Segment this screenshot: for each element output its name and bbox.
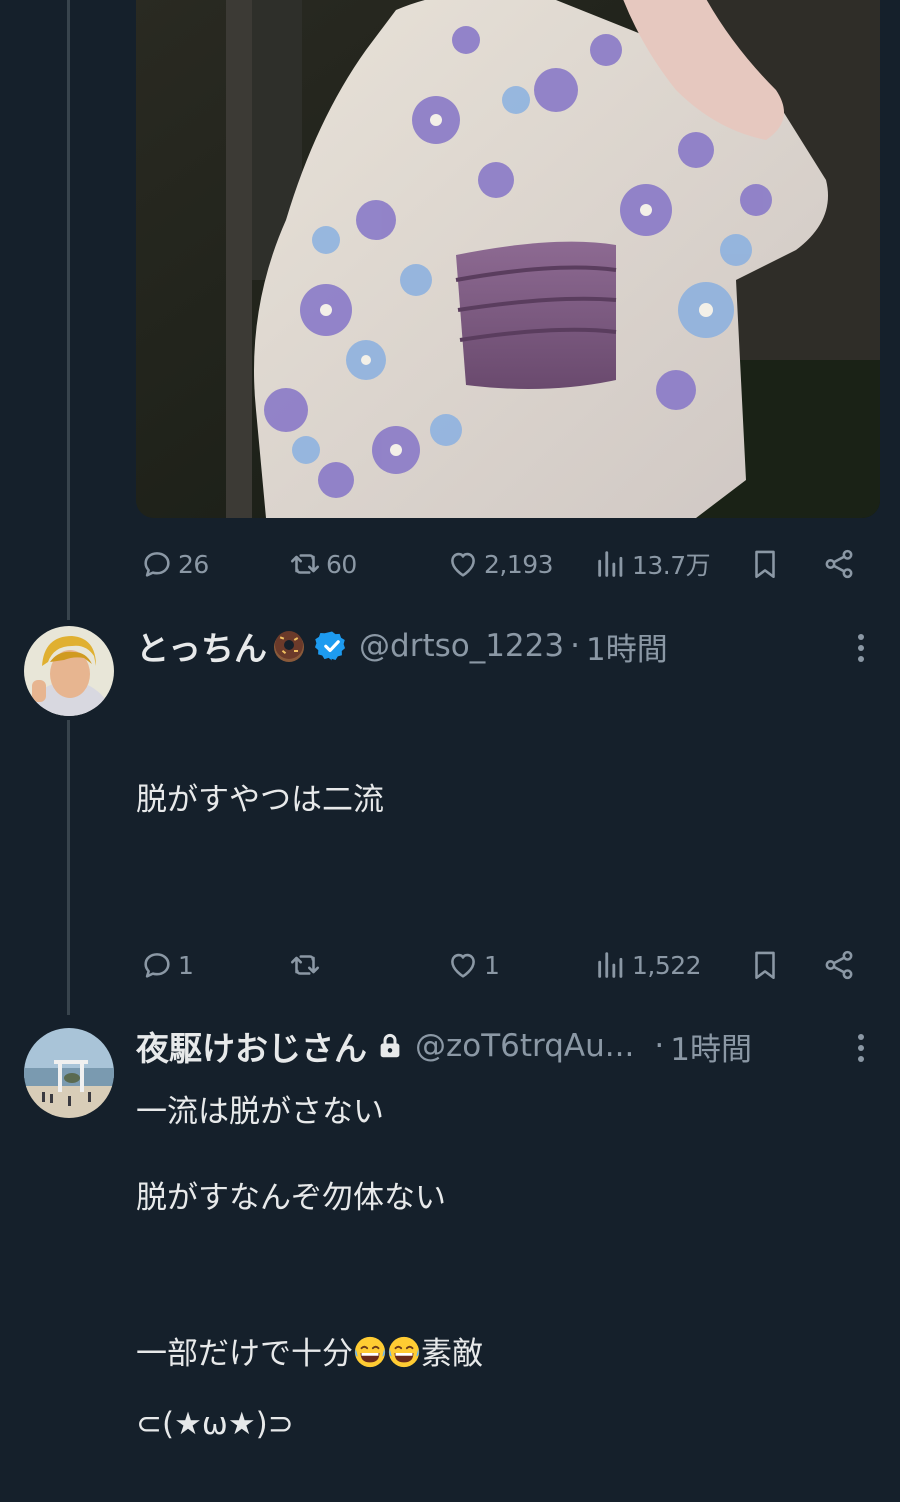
- post-media-image[interactable]: [136, 0, 880, 518]
- user-handle[interactable]: @zoT6trqAu...: [415, 1028, 634, 1064]
- timestamp[interactable]: 1時間: [586, 624, 668, 669]
- avatar[interactable]: [24, 626, 114, 716]
- user-handle[interactable]: @drtso_1223: [359, 628, 564, 664]
- donut-emoji: [274, 631, 305, 662]
- reply-header: とっちん @drtso_1223 · 1時間: [136, 624, 668, 668]
- reply-text-segment: 一部だけで十分: [136, 1336, 353, 1372]
- reply-text-line: 一部だけで十分 素敵: [136, 1328, 483, 1380]
- bookmark-button[interactable]: [748, 945, 782, 985]
- thread-line-top: [67, 0, 70, 620]
- reply-icon: [144, 953, 170, 978]
- share-button[interactable]: [822, 945, 856, 985]
- retweet-button[interactable]: 60: [288, 544, 357, 584]
- like-icon: [451, 552, 475, 577]
- share-icon: [825, 950, 853, 980]
- retweet-icon: [290, 955, 320, 975]
- lock-icon: [380, 1033, 400, 1058]
- timestamp[interactable]: 1時間: [670, 1024, 752, 1069]
- separator: ·: [654, 1028, 665, 1064]
- display-name[interactable]: 夜駆けおじさん: [136, 1022, 367, 1070]
- bookmark-icon: [755, 550, 775, 579]
- retweet-icon: [290, 554, 320, 574]
- reply-text-line: 脱がすなんぞ勿体ない: [136, 1180, 446, 1216]
- views-button[interactable]: 1,522: [594, 945, 702, 985]
- like-icon: [451, 953, 475, 978]
- reply-count: 26: [178, 549, 209, 579]
- more-options-button[interactable]: [846, 628, 876, 668]
- separator: ·: [570, 628, 580, 664]
- reply-count: 1: [178, 950, 194, 980]
- reply-text-line: 脱がすやつは二流: [136, 782, 384, 818]
- verified-icon: [315, 631, 346, 661]
- views-icon: [598, 952, 623, 978]
- more-icon: [858, 1034, 864, 1062]
- views-button[interactable]: 13.7万: [594, 544, 711, 584]
- thread-line-middle: [67, 720, 70, 1015]
- laughing-emoji: [388, 1336, 420, 1368]
- like-button[interactable]: 1: [446, 945, 500, 985]
- more-icon: [858, 634, 864, 662]
- views-count: 13.7万: [632, 551, 711, 580]
- reply-text-segment: 素敵: [421, 1336, 483, 1372]
- views-count: 1,522: [632, 950, 702, 980]
- like-button[interactable]: 2,193: [446, 544, 554, 584]
- retweet-count: 60: [326, 549, 357, 579]
- reply-text: 脱がすなんぞ勿体ない 一部だけで十分 素敵: [136, 1068, 483, 1432]
- avatar[interactable]: [24, 1028, 114, 1118]
- like-count: 1: [484, 950, 500, 980]
- post-action-bar: 26 60 2,193 13.7万: [136, 544, 868, 584]
- bookmark-button[interactable]: [748, 544, 782, 584]
- retweet-button[interactable]: [288, 945, 322, 985]
- views-icon: [598, 551, 623, 577]
- share-button[interactable]: [822, 544, 856, 584]
- reply-action-bar: 1 1 1,522: [136, 945, 868, 985]
- display-name[interactable]: とっちん: [136, 622, 267, 670]
- reply-icon: [144, 552, 170, 577]
- reply-button[interactable]: 26: [140, 544, 209, 584]
- laughing-emoji: [354, 1336, 386, 1368]
- reply-header: 夜駆けおじさん @zoT6trqAu... · 1時間: [136, 1024, 752, 1068]
- more-options-button[interactable]: [846, 1028, 876, 1068]
- bookmark-icon: [755, 951, 775, 980]
- share-icon: [825, 549, 853, 579]
- like-count: 2,193: [484, 549, 554, 579]
- reply-button[interactable]: 1: [140, 945, 194, 985]
